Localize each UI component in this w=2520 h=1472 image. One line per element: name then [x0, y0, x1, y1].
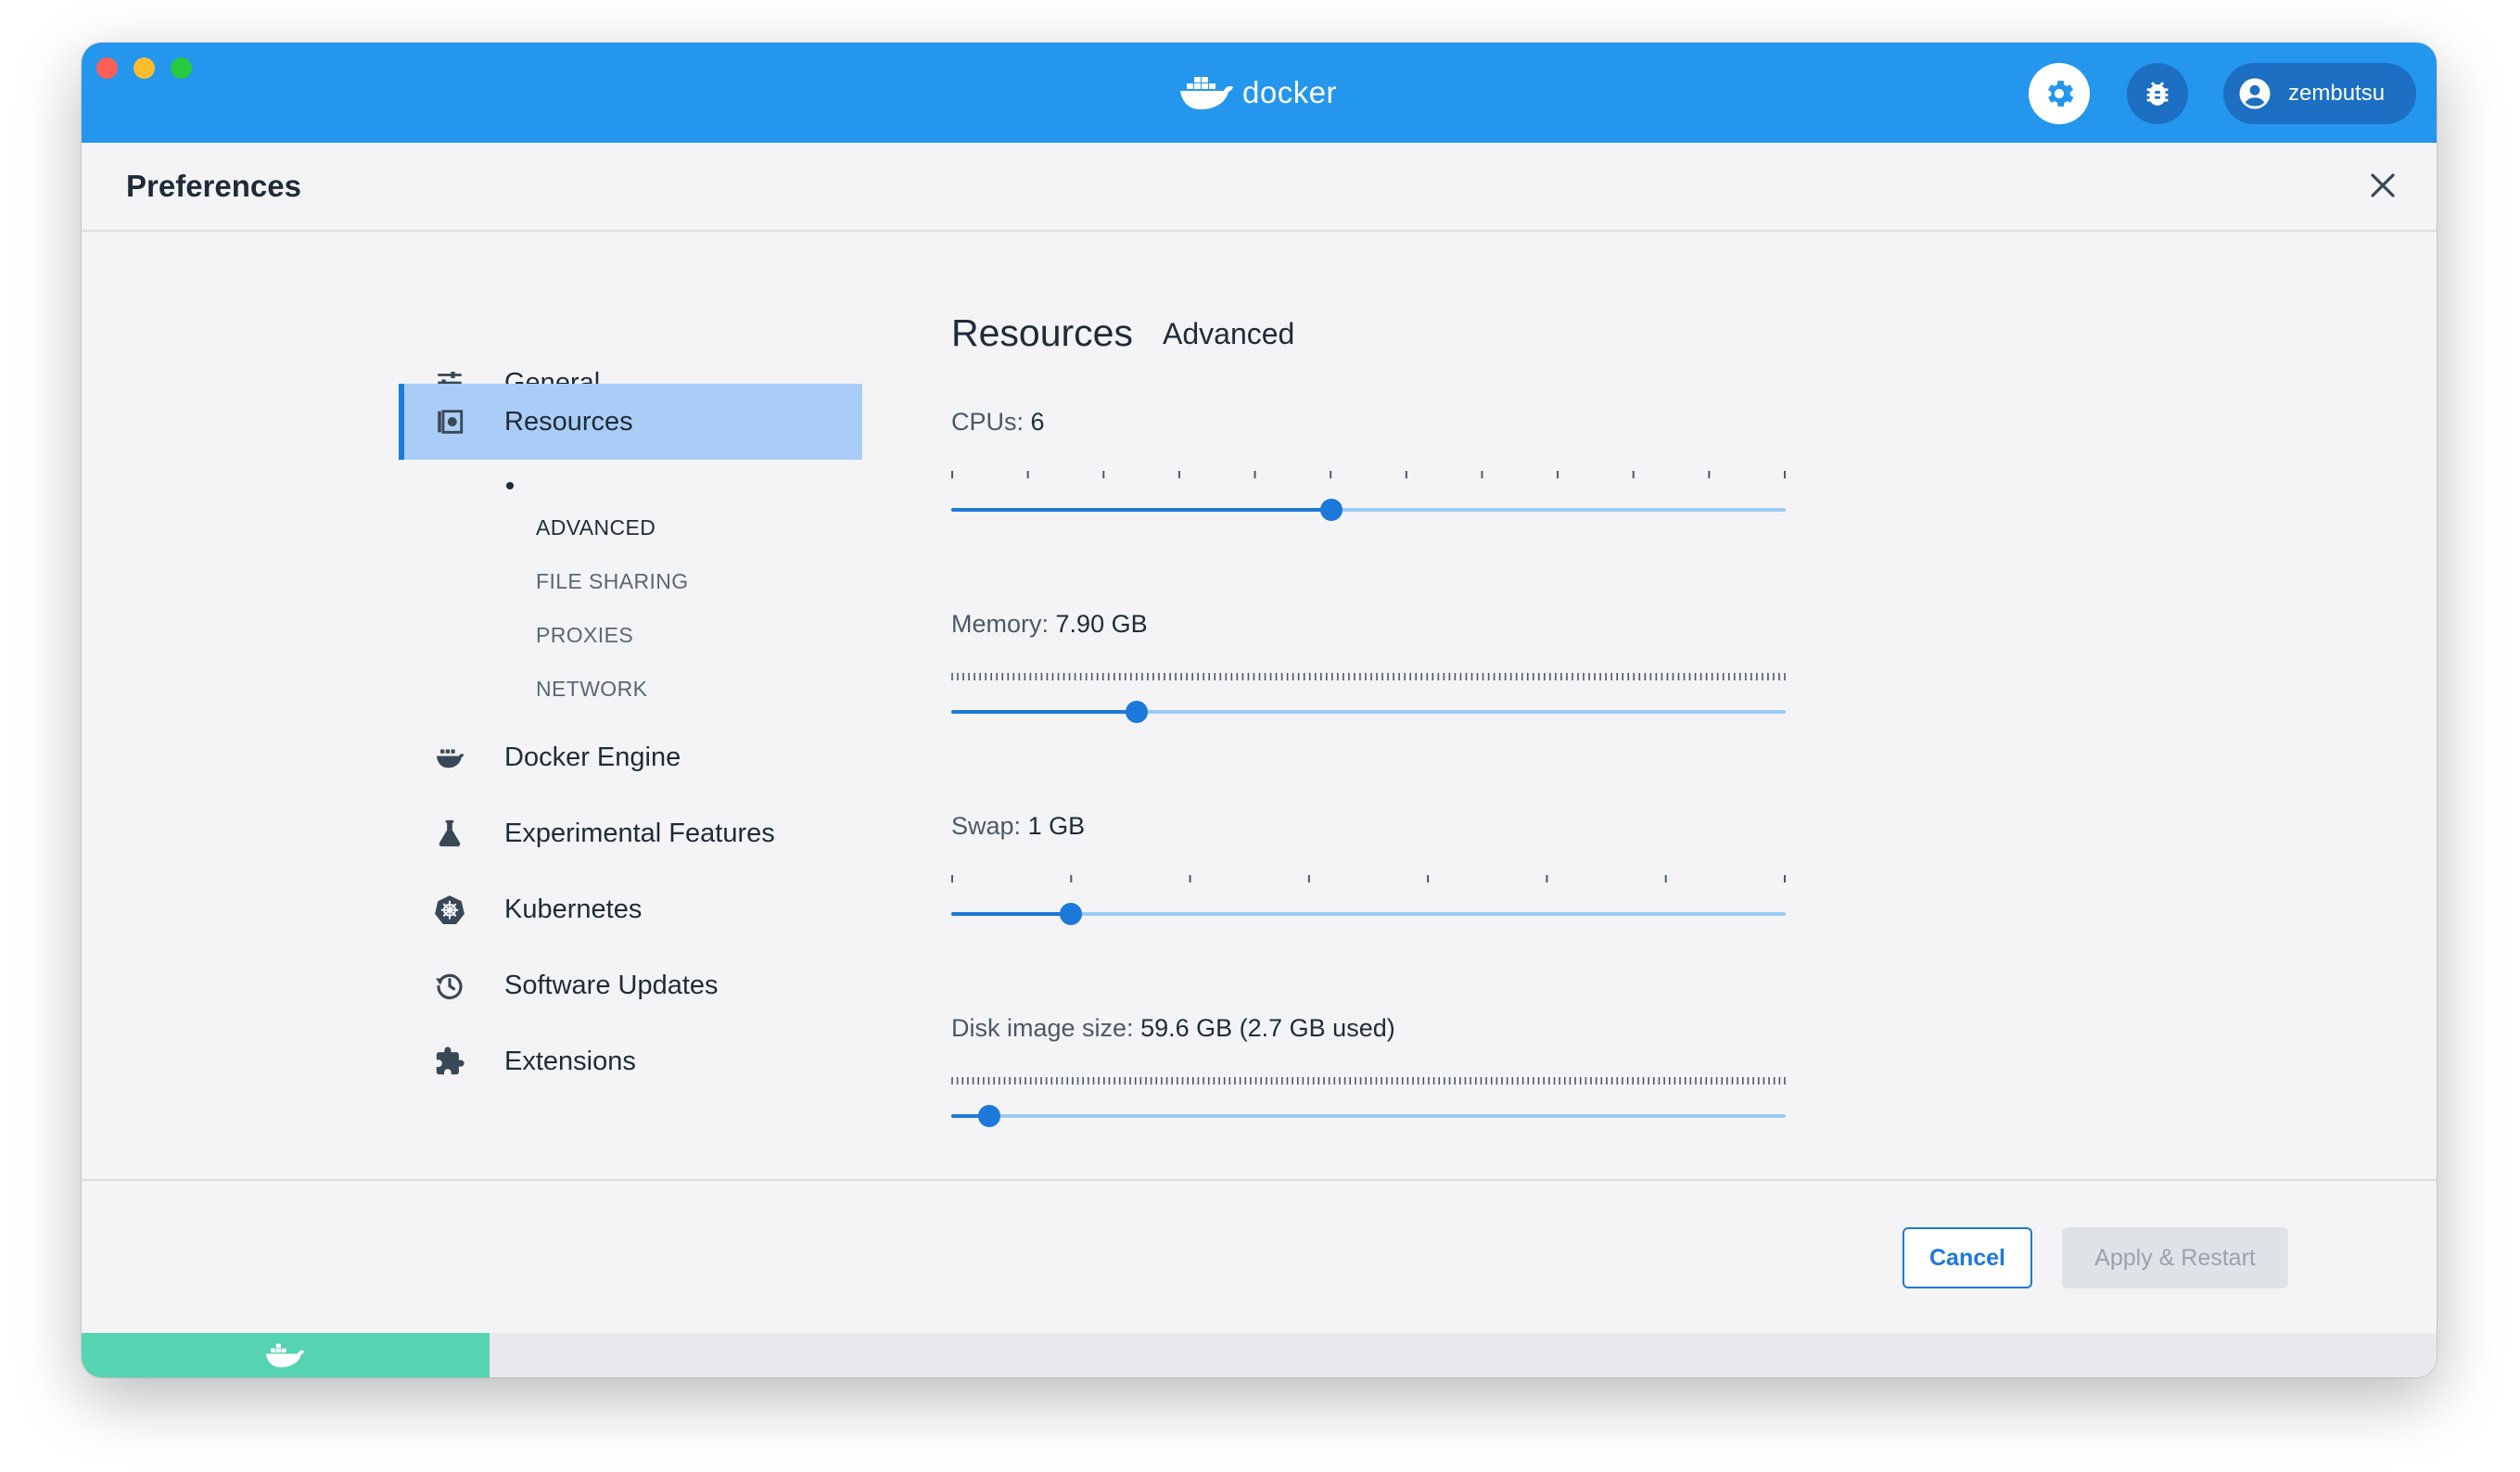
cpus-label-text: CPUs: [951, 408, 1025, 436]
sidebar-item-label: Kubernetes [504, 894, 643, 924]
troubleshoot-button[interactable] [2127, 63, 2188, 124]
page-title: Preferences [126, 169, 301, 203]
swap-label: Swap: 1 GB [951, 812, 1085, 841]
cpus-value: 6 [1030, 408, 1045, 436]
current-subitem-bullet [506, 482, 514, 489]
disk-size-value: 59.6 GB (2.7 GB used) [1140, 1014, 1395, 1042]
sidebar-item-label: Software Updates [504, 970, 719, 1000]
sidebar-item-label: Extensions [504, 1046, 636, 1076]
user-name: zembutsu [2288, 81, 2386, 106]
disk-size-slider[interactable] [951, 1105, 1786, 1127]
sidebar-item-label: Experimental Features [504, 818, 775, 848]
puzzle-icon [436, 1047, 465, 1075]
swap-value: 1 GB [1027, 812, 1086, 840]
docker-logo: docker [1177, 67, 1337, 119]
docker-whale-status-icon [265, 1343, 305, 1368]
subitem-network[interactable]: NETWORK [536, 677, 647, 702]
footer-divider [82, 1179, 2437, 1181]
cpus-label: CPUs: 6 [951, 408, 1045, 437]
sidebar-item-kubernetes[interactable]: Kubernetes [399, 871, 862, 947]
sidebar-item-extensions[interactable]: Extensions [399, 1023, 862, 1099]
close-window-button[interactable] [96, 57, 118, 79]
preferences-header: Preferences [82, 143, 2437, 232]
cpus-slider[interactable] [951, 499, 1786, 521]
gear-icon [2047, 81, 2074, 107]
memory-label: Memory: 7.90 GB [951, 610, 1148, 639]
sidebar-item-resources[interactable]: Resources [399, 384, 862, 460]
disk-size-slider-thumb[interactable] [978, 1105, 1001, 1127]
docker-whale-icon [1180, 77, 1233, 109]
memory-value: 7.90 GB [1055, 610, 1148, 638]
history-icon [436, 973, 463, 999]
status-bar [82, 1333, 2437, 1377]
close-icon [2371, 173, 2395, 197]
kubernetes-icon [435, 895, 465, 925]
swap-slider-fill [951, 912, 1071, 916]
sidebar-item-experimental-features[interactable]: Experimental Features [399, 795, 862, 871]
docker-preferences-window: docker zembutsu Preferences General Reso… [82, 43, 2437, 1377]
sidebar-item-label: Resources [504, 406, 633, 437]
flask-icon [439, 819, 461, 847]
brand-text: docker [1242, 75, 1338, 109]
minimize-window-button[interactable] [134, 57, 155, 79]
cpus-tick-marks [951, 471, 1786, 478]
memory-tick-marks [951, 673, 1786, 680]
cancel-button[interactable]: Cancel [1903, 1227, 2032, 1288]
resources-icon [438, 410, 464, 434]
disk-size-label-text: Disk image size: [951, 1014, 1134, 1042]
memory-label-text: Memory: [951, 610, 1050, 638]
close-preferences-button[interactable] [2364, 167, 2401, 204]
sidebar-item-label: Docker Engine [504, 742, 681, 772]
cpus-slider-thumb[interactable] [1319, 499, 1343, 521]
section-title: Resources [951, 311, 1133, 354]
bug-icon [2146, 82, 2169, 106]
engine-running-status [82, 1333, 490, 1377]
memory-slider-thumb[interactable] [1125, 701, 1148, 723]
swap-slider-thumb[interactable] [1059, 903, 1082, 925]
apply-restart-button: Apply & Restart [2062, 1227, 2288, 1288]
account-circle-icon [2239, 78, 2271, 109]
user-menu-button[interactable]: zembutsu [2223, 63, 2416, 124]
subitem-file-sharing[interactable]: FILE SHARING [536, 569, 689, 594]
settings-button[interactable] [2029, 63, 2090, 124]
memory-slider[interactable] [951, 701, 1786, 723]
memory-slider-fill [951, 710, 1137, 714]
zoom-window-button[interactable] [171, 57, 192, 79]
cpus-slider-fill [951, 508, 1331, 512]
sidebar-item-software-updates[interactable]: Software Updates [399, 947, 862, 1023]
swap-label-text: Swap: [951, 812, 1022, 840]
swap-slider[interactable] [951, 903, 1786, 925]
disk-size-label: Disk image size: 59.6 GB (2.7 GB used) [951, 1014, 1395, 1043]
whale-icon [436, 749, 465, 768]
disk-size-tick-marks [951, 1077, 1786, 1085]
sidebar-item-docker-engine[interactable]: Docker Engine [399, 719, 862, 795]
subitem-advanced[interactable]: ADVANCED [536, 515, 655, 540]
subitem-proxies[interactable]: PROXIES [536, 623, 633, 648]
swap-tick-marks [951, 875, 1786, 882]
title-bar: docker zembutsu [82, 43, 2437, 143]
section-subtitle: Advanced [1163, 317, 1295, 350]
